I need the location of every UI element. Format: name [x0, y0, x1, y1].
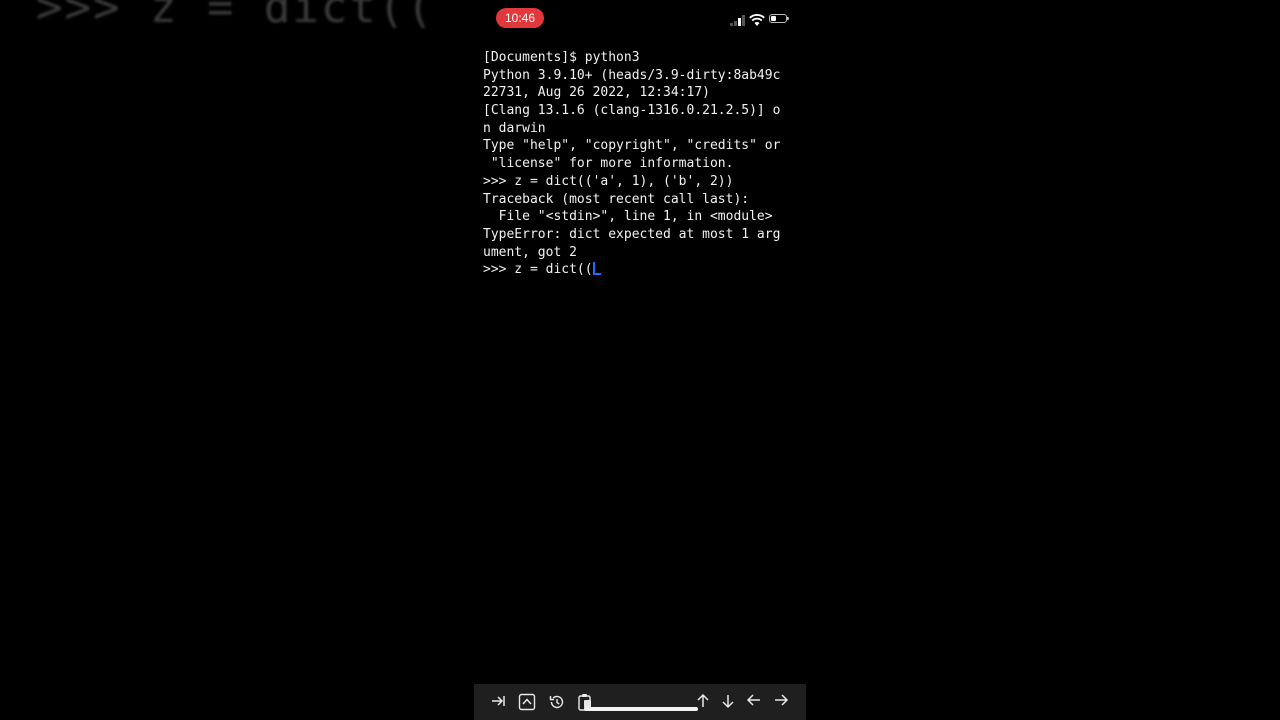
status-bar: 10:46: [474, 0, 806, 40]
keyboard-toolbar: [474, 684, 806, 720]
background-zoomed-text: >>> z = dict((: [36, 0, 435, 33]
arrow-left-icon[interactable]: [743, 691, 765, 713]
terminal-line: File "<stdin>", line 1, in <module>: [483, 209, 773, 225]
cellular-signal-icon: [730, 14, 746, 26]
battery-icon: [769, 14, 789, 23]
terminal-line: 22731, Aug 26 2022, 12:34:17): [483, 85, 710, 101]
terminal-line: Traceback (most recent call last):: [483, 191, 750, 207]
terminal-line: n darwin: [483, 120, 546, 136]
tab-icon[interactable]: [487, 691, 509, 713]
arrow-down-icon[interactable]: [717, 691, 739, 713]
terminal-line: [Documents]$ python3: [483, 50, 640, 65]
terminal-line: Python 3.9.10+ (heads/3.9-dirty:8ab49c: [483, 67, 781, 83]
terminal-prompt-input: >>> z = dict((: [483, 262, 593, 278]
terminal-line: [Clang 13.1.6 (clang-1316.0.21.2.5)] o: [483, 103, 781, 119]
terminal-line: >>> z = dict(('a', 1), ('b', 2)): [483, 173, 734, 189]
text-cursor: [592, 262, 601, 276]
terminal-output[interactable]: [Documents]$ python3 Python 3.9.10+ (hea…: [483, 49, 801, 279]
terminal-input-line[interactable]: >>> z = dict((: [483, 261, 801, 279]
terminal-line: Type "help", "copyright", "credits" or: [483, 138, 781, 154]
phone-screen: 10:46 [Documents]$ python3 Python 3.9.10…: [474, 0, 806, 720]
background-fade: [462, 0, 474, 40]
wifi-icon: [749, 12, 765, 26]
terminal-line: ument, got 2: [483, 244, 577, 260]
history-icon[interactable]: [546, 691, 568, 713]
home-indicator: [584, 707, 698, 711]
terminal-line: TypeError: dict expected at most 1 arg: [483, 226, 781, 242]
terminal-line: "license" for more information.: [483, 156, 734, 172]
arrow-up-icon[interactable]: [692, 691, 714, 713]
control-key-icon[interactable]: [516, 691, 538, 713]
status-time: 10:46: [496, 8, 544, 28]
arrow-right-icon[interactable]: [770, 691, 792, 713]
